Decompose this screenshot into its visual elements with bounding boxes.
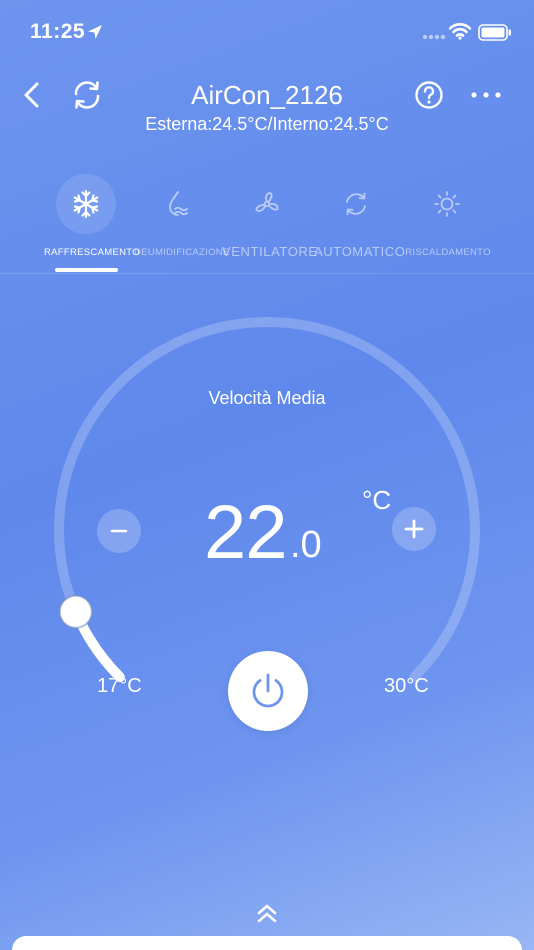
sun-icon — [434, 191, 460, 217]
temperature-unit: °C — [362, 485, 392, 515]
fan-speed-label: Velocità Media — [208, 388, 326, 408]
temperature-value: 22 — [204, 490, 288, 575]
mode-fan-label[interactable]: VENTILATORE — [222, 244, 317, 259]
chevron-double-up-icon[interactable] — [254, 902, 280, 926]
min-temperature-label: 17°C — [97, 675, 142, 697]
signal-icon — [422, 34, 446, 40]
mode-cool-label[interactable]: RAFFRESCAMENTO — [44, 247, 140, 258]
dehumidify-icon — [169, 191, 188, 216]
auto-icon — [346, 192, 366, 216]
active-mode-indicator — [55, 268, 118, 272]
mode-heat-label[interactable]: RISCALDAMENTO — [404, 247, 492, 258]
mode-cool-button[interactable] — [56, 174, 116, 234]
increase-temperature-button[interactable] — [392, 507, 436, 551]
mode-auto-label[interactable]: AUTOMATICO — [314, 244, 405, 259]
snowflake-icon — [73, 189, 99, 219]
page-title: AirCon_2126 — [191, 80, 343, 110]
plus-icon — [404, 519, 424, 539]
decrease-temperature-button[interactable] — [97, 509, 141, 553]
mode-dehumidify-button[interactable] — [148, 174, 208, 234]
minus-icon — [110, 529, 128, 533]
max-temperature-label: 30°C — [384, 675, 429, 697]
temperature-summary: Esterna:24.5°C/Interno:24.5°C — [145, 114, 389, 134]
mode-auto-button[interactable] — [326, 174, 386, 234]
divider — [0, 273, 534, 274]
fan-icon — [255, 192, 279, 212]
status-time: 11:25 — [30, 20, 86, 43]
dial-knob[interactable] — [58, 594, 93, 629]
temperature-decimal: .0 — [290, 524, 322, 566]
more-button[interactable] — [468, 88, 504, 102]
mode-heat-button[interactable] — [417, 174, 477, 234]
battery-icon — [478, 24, 511, 41]
location-arrow-icon — [88, 25, 102, 39]
power-button[interactable] — [228, 651, 308, 731]
wifi-icon — [449, 23, 471, 40]
power-icon — [252, 673, 284, 708]
mode-dehumidify-label[interactable]: DEUMIDIFICAZIONE — [134, 247, 229, 258]
mode-fan-button[interactable] — [237, 174, 297, 234]
help-button[interactable] — [414, 80, 444, 110]
bottom-sheet[interactable] — [12, 936, 522, 950]
